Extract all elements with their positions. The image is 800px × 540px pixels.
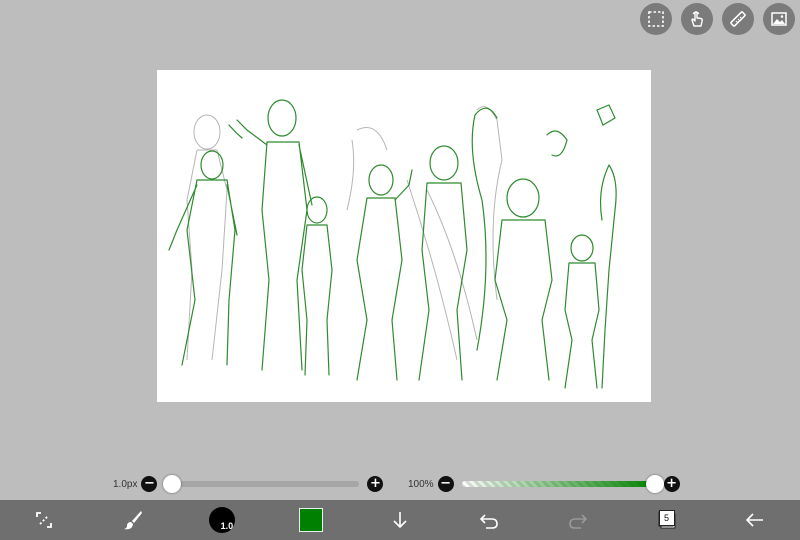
transform-icon <box>36 512 53 528</box>
hand-gesture-icon <box>691 11 703 27</box>
back-button[interactable] <box>735 500 775 540</box>
redo-icon <box>568 514 587 529</box>
brush-opacity-label: 100% <box>408 478 434 490</box>
transform-button[interactable] <box>24 500 64 540</box>
brush-preview-size: 1.0 <box>220 521 234 531</box>
top-toolbar <box>640 3 795 35</box>
brush-opacity-increase-button[interactable]: + <box>663 476 680 492</box>
brush-size-slider[interactable] <box>163 475 360 493</box>
redo-button[interactable] <box>558 500 598 540</box>
brush-size-increase-button[interactable]: + <box>367 476 384 492</box>
down-button[interactable] <box>380 500 420 540</box>
image-icon <box>771 12 787 26</box>
brush-opacity-decrease-button[interactable]: − <box>437 476 454 492</box>
arrow-left-icon <box>746 513 764 527</box>
current-color-swatch <box>299 508 324 532</box>
ruler-icon <box>730 11 746 27</box>
drawing-canvas[interactable] <box>157 70 651 402</box>
brush-preview: 1.0 <box>209 507 236 533</box>
layers-count: 5 <box>658 510 675 526</box>
brush-opacity-thumb[interactable] <box>645 475 664 493</box>
brush-size-label: 1.0px <box>113 478 138 490</box>
brush-size-decrease-button[interactable]: − <box>141 476 158 492</box>
layers-button[interactable]: 5 <box>647 500 687 540</box>
image-button[interactable] <box>763 3 795 35</box>
brush-size-slider-row: 1.0px − + <box>113 474 384 494</box>
arrow-down-icon <box>393 512 407 529</box>
brush-icon <box>124 511 143 530</box>
selection-button[interactable] <box>640 3 672 35</box>
brush-size-preview-button[interactable]: 1.0 <box>202 500 242 540</box>
bottom-toolbar: 1.0 5 <box>0 500 800 540</box>
color-picker-button[interactable] <box>291 500 331 540</box>
brush-opacity-slider-row: 100% − + <box>408 474 680 494</box>
undo-icon <box>479 514 498 529</box>
ruler-button[interactable] <box>722 3 754 35</box>
brush-tool-button[interactable] <box>113 500 153 540</box>
sketch-artwork <box>168 99 617 389</box>
brush-opacity-slider[interactable] <box>461 475 664 493</box>
undo-button[interactable] <box>469 500 509 540</box>
brush-size-thumb[interactable] <box>163 475 182 493</box>
hand-gesture-button[interactable] <box>681 3 713 35</box>
selection-icon <box>648 11 664 27</box>
